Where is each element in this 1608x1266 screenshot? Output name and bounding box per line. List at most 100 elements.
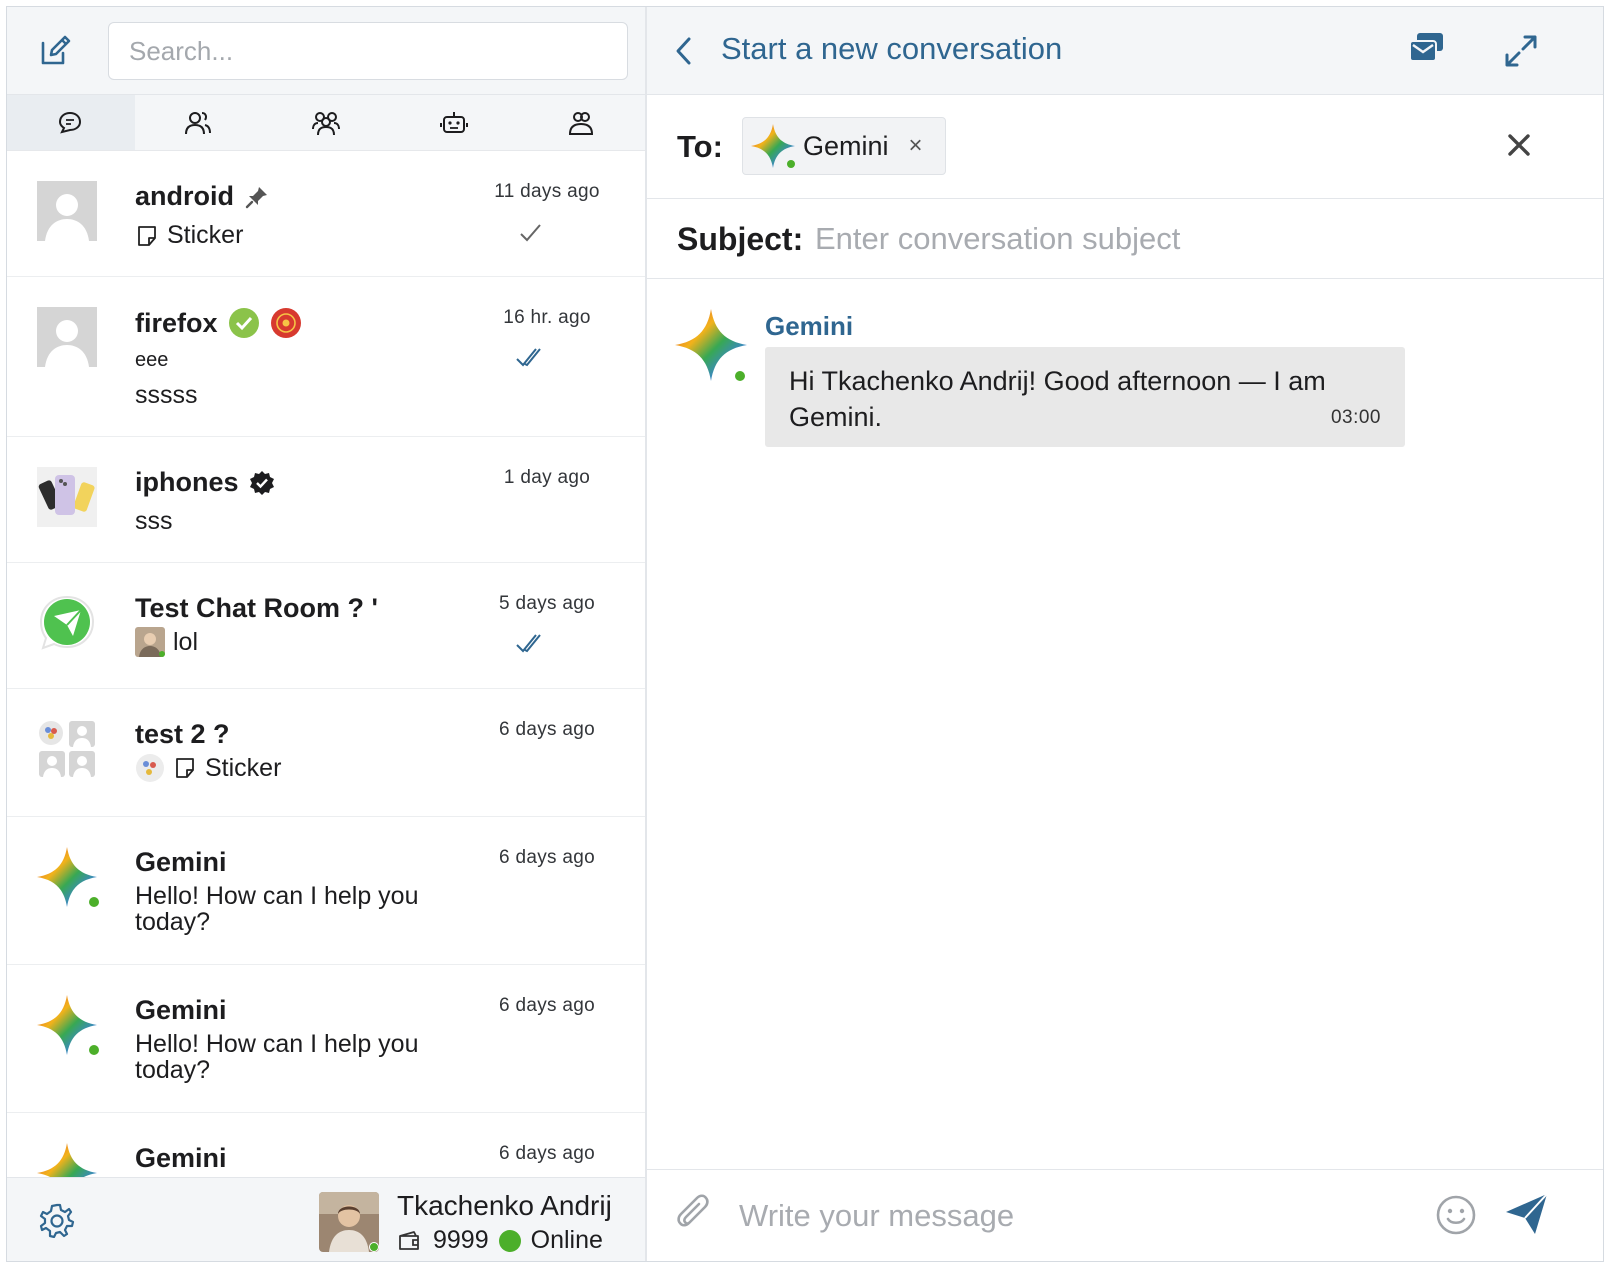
conversation-preview: Sticker	[135, 221, 243, 250]
conversation-preview: sss	[135, 507, 173, 535]
conversation-preview: Hello! How can I help you today?	[135, 1030, 419, 1084]
conversation-time: 5 days ago	[499, 593, 595, 614]
conversation-name: iphones	[135, 467, 239, 497]
back-chevron-icon[interactable]	[669, 35, 701, 67]
subject-input[interactable]	[815, 213, 1575, 265]
tab-bots[interactable]	[390, 95, 518, 150]
message-time: 03:00	[1330, 407, 1381, 428]
conversation-name-wrap: Test Chat Room ? '	[135, 593, 378, 624]
expand-icon[interactable]	[1503, 33, 1539, 69]
phones-image-icon	[38, 475, 95, 515]
settings-gear-icon[interactable]	[39, 1202, 75, 1239]
preview-text: Sticker	[167, 221, 244, 249]
conversation-row-iphones[interactable]: iphones 1 day ago sss	[7, 437, 645, 563]
conversation-sidebar: android 11 days ago Sticker	[7, 7, 647, 1261]
conversation-name-wrap: test 2 ?	[135, 719, 230, 750]
avatar-gemini	[37, 847, 99, 907]
conversations-switch-icon[interactable]	[1407, 27, 1447, 67]
pane-header: Start a new conversation	[647, 7, 1603, 95]
preview-text: Sticker	[205, 753, 282, 782]
conversation-name-wrap: Gemini	[135, 995, 227, 1026]
sidebar-header	[7, 7, 645, 95]
group-icon	[311, 111, 340, 135]
conversation-row-test-2[interactable]: test 2 ? 6 days ago Sticker	[7, 689, 645, 817]
conversation-row-gemini[interactable]: Gemini 6 days ago Hello! How can I help …	[7, 817, 645, 965]
sender-avatar-icon	[135, 627, 165, 657]
my-name: Tkachenko Andrij	[397, 1190, 612, 1221]
sticker-icon	[135, 224, 159, 248]
tab-address-book[interactable]	[517, 95, 645, 150]
conversation-time: 6 days ago	[499, 847, 595, 868]
gemini-star-icon	[37, 995, 97, 1055]
gemini-star-icon	[675, 309, 747, 381]
conversation-row-android[interactable]: android 11 days ago Sticker	[7, 151, 645, 277]
preview-line-2: sssss	[135, 381, 198, 409]
online-status-text[interactable]: Online	[531, 1226, 603, 1255]
conversation-row-firefox[interactable]: firefox 16 hr. ago eee sssss	[7, 277, 645, 437]
chat-bubbles-icon	[58, 111, 81, 133]
message-input[interactable]	[739, 1190, 1419, 1242]
avatar-placeholder-icon	[37, 307, 97, 367]
send-logo-icon	[39, 595, 95, 650]
red-emblem-badge-icon	[270, 308, 301, 338]
tab-contacts[interactable]	[135, 95, 263, 150]
close-icon[interactable]	[1499, 125, 1539, 165]
online-indicator	[369, 1242, 379, 1252]
conversation-row-test-chat-room[interactable]: Test Chat Room ? ' 5 days ago lol	[7, 563, 645, 689]
conversation-name-wrap: Gemini	[135, 847, 227, 878]
conversation-list: android 11 days ago Sticker firefox 16 h…	[7, 151, 645, 1191]
message-thread: Gemini Hi Tkachenko Andrij! Good afterno…	[647, 279, 1603, 1147]
conversation-time: 11 days ago	[494, 181, 600, 202]
profile-bar: Tkachenko Andrij 9999 Online	[7, 1177, 645, 1261]
page-title: Start a new conversation	[721, 31, 1063, 66]
conversation-name: firefox	[135, 307, 218, 338]
online-indicator	[89, 897, 99, 907]
remove-recipient-button[interactable]: ×	[909, 132, 923, 160]
gemini-star-icon	[37, 847, 97, 907]
online-indicator	[735, 371, 745, 381]
conversation-preview: Hello! How can I help you today?	[135, 882, 419, 936]
subject-row: Subject:	[647, 199, 1603, 279]
online-status-dot	[498, 1229, 521, 1252]
conversation-name-wrap: android	[135, 181, 270, 212]
message-sender[interactable]: Gemini	[765, 311, 853, 342]
verified-badge-icon	[249, 470, 274, 495]
contacts-icon	[569, 111, 594, 135]
conversation-name-wrap: iphones	[135, 467, 275, 498]
group-avatar-grid-icon	[39, 721, 95, 777]
conversation-time: 1 day ago	[503, 467, 591, 488]
conversation-name: android	[135, 181, 234, 211]
conversation-time: 6 days ago	[499, 719, 595, 740]
preview-line-1: eee	[135, 349, 169, 371]
sticker-icon	[173, 756, 197, 780]
double-check-icon	[516, 348, 541, 367]
conversation-time: 6 days ago	[499, 995, 595, 1016]
conversation-name: Gemini	[135, 847, 227, 877]
paperclip-icon[interactable]	[675, 1194, 715, 1238]
balance-value: 9999	[433, 1226, 489, 1254]
double-check-icon	[516, 634, 541, 653]
messenger-window: android 11 days ago Sticker	[6, 6, 1604, 1262]
recipient-chip[interactable]: Gemini ×	[742, 117, 946, 175]
avatar-iphones	[37, 467, 97, 527]
conversation-name: Test Chat Room ? '	[135, 593, 378, 623]
conversation-name-wrap: Gemini	[135, 1143, 227, 1174]
message-avatar	[675, 309, 747, 381]
tab-groups[interactable]	[262, 95, 390, 150]
conversation-name: Gemini	[135, 995, 227, 1025]
avatar-gemini	[37, 995, 99, 1055]
conversation-time: 6 days ago	[499, 1143, 595, 1164]
conversation-preview: lol	[135, 627, 198, 657]
search-input[interactable]	[108, 22, 628, 80]
emoji-smiley-icon[interactable]	[1435, 1194, 1477, 1236]
my-avatar[interactable]	[319, 1192, 379, 1252]
conversation-name: Gemini	[135, 1143, 227, 1173]
compose-icon[interactable]	[37, 33, 73, 69]
message-composer	[647, 1169, 1603, 1261]
tab-chats[interactable]	[7, 95, 135, 150]
conversation-row-gemini[interactable]: Gemini 6 days ago Hello! How can I help …	[7, 965, 645, 1113]
send-paper-plane-icon[interactable]	[1503, 1190, 1551, 1238]
bot-icon	[439, 111, 468, 133]
pin-icon	[245, 186, 267, 208]
conversation-time: 16 hr. ago	[503, 307, 591, 328]
